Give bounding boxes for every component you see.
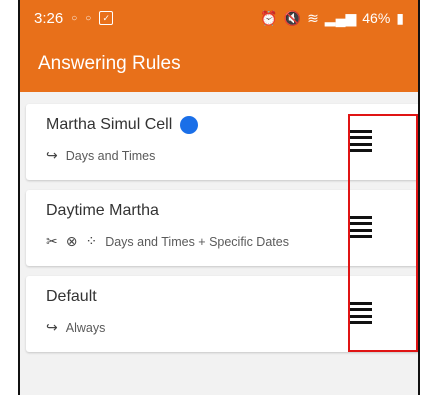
status-time: 3:26 — [34, 9, 64, 27]
check-box-icon: ✓ — [99, 11, 114, 25]
forward-icon: ↪ — [46, 319, 58, 335]
tools-icon: ✂ — [46, 233, 58, 249]
forward-icon: ↪ — [46, 147, 58, 163]
rule-condition: Days and Times — [65, 148, 156, 163]
rule-condition: Always — [65, 320, 106, 335]
status-bar: 3:26 ○ ○ ✓ ⏰ 🔇 ≋ ▂▄▆ 46% ▮ — [20, 0, 418, 36]
highlight-box — [348, 114, 418, 352]
battery-icon: ▮ — [396, 9, 404, 26]
cancel-icon: ⊗ — [65, 233, 78, 249]
battery-percent: 46% — [362, 10, 391, 26]
rule-condition: Days and Times + Specific Dates — [105, 234, 289, 249]
rule-name: Default — [46, 288, 97, 305]
dots-icon: ⁘ — [85, 233, 98, 249]
circle-notification-icon: ○ — [85, 12, 92, 24]
rule-name: Daytime Martha — [46, 202, 159, 219]
alarm-icon: ⏰ — [260, 9, 278, 26]
circle-notification-icon: ○ — [71, 12, 78, 24]
app-bar: Answering Rules — [20, 36, 418, 92]
wifi-icon: ≋ — [307, 9, 319, 26]
signal-icon: ▂▄▆ — [324, 9, 357, 26]
mute-icon: 🔇 — [283, 9, 302, 26]
page-title: Answering Rules — [38, 53, 181, 74]
phone-screen: 3:26 ○ ○ ✓ ⏰ 🔇 ≋ ▂▄▆ 46% ▮ Answering Rul… — [18, 0, 420, 395]
status-badge — [180, 116, 199, 134]
rule-name: Martha Simul Cell — [46, 116, 173, 133]
